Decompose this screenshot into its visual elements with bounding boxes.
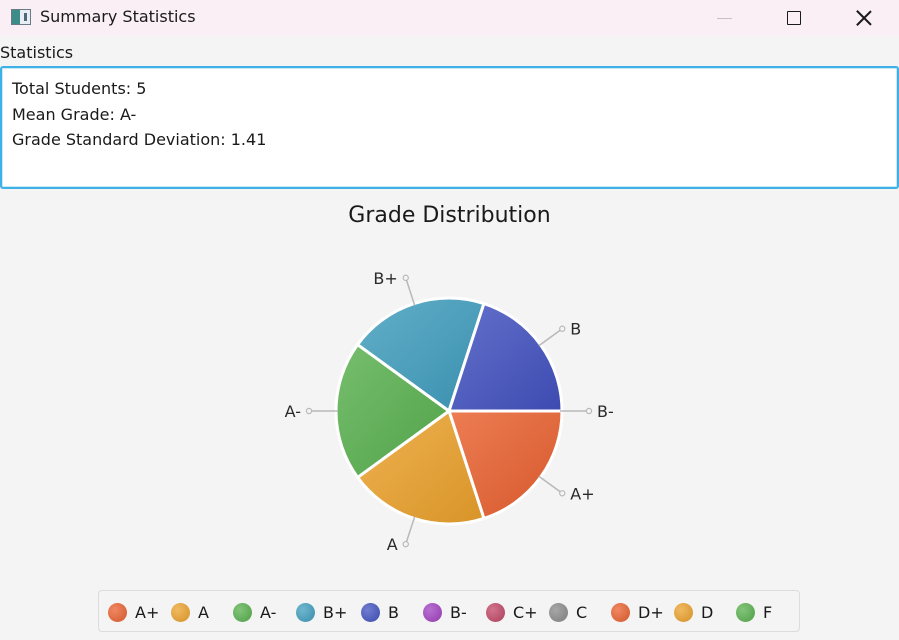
legend-label-b-minus: B- (450, 602, 467, 622)
pie-label-b-minus: B- (597, 402, 614, 421)
legend-item-a-minus: A- (233, 591, 276, 633)
pie-label-a: A (387, 535, 398, 554)
label-line-b-plus (405, 277, 416, 306)
summary-statistics-window: Summary Statistics Statistics Total Stud… (0, 0, 899, 640)
legend-label-d: D (701, 602, 714, 622)
legend-swatch-a (171, 602, 190, 622)
legend-swatch-a-plus (108, 602, 127, 622)
legend-label-b: B (388, 602, 399, 622)
label-line-a-plus (538, 475, 563, 494)
legend-swatch-b (361, 602, 380, 622)
label-dot-b-minus (585, 407, 593, 415)
legend-item-f: F (736, 591, 772, 633)
legend-item-a: A (171, 591, 209, 633)
legend-label-a-minus: A- (260, 602, 277, 622)
label-dot-a-plus (559, 490, 566, 497)
legend-swatch-b-plus (296, 602, 315, 622)
legend-label-d-plus: D+ (638, 602, 664, 622)
legend-swatch-d-plus (611, 602, 630, 622)
legend-item-b-plus: B+ (296, 591, 347, 633)
legend-label-a-plus: A+ (135, 602, 160, 622)
legend-item-d: D (674, 591, 713, 633)
legend-item-c: C (549, 591, 587, 633)
label-line-a (405, 516, 416, 545)
pie-slices (334, 296, 564, 526)
legend-item-a-plus: A+ (108, 591, 159, 633)
pie-label-b-plus: B+ (373, 269, 397, 288)
label-dot-b-plus (402, 274, 409, 282)
label-dot-a-minus (305, 407, 313, 415)
legend-item-c-plus: C+ (486, 591, 538, 633)
legend-swatch-b-minus (423, 602, 442, 622)
label-line-b (538, 328, 563, 347)
legend-item-d-plus: D+ (611, 591, 664, 633)
legend-item-b: B (361, 591, 399, 633)
label-dot-a (402, 540, 409, 548)
pie-label-a-plus: A+ (570, 484, 594, 503)
legend-swatch-c (549, 602, 568, 622)
legend-label-b-plus: B+ (323, 602, 348, 622)
legend-swatch-c-plus (486, 602, 505, 622)
legend-label-c-plus: C+ (513, 602, 538, 622)
legend-swatch-d (674, 602, 693, 622)
legend-label-c: C (576, 602, 588, 622)
label-dot-b (559, 325, 566, 332)
legend-swatch-f (736, 602, 755, 622)
legend-item-b-minus: B- (423, 591, 467, 633)
pie-label-b: B (570, 320, 581, 339)
pie-chart: A+ A A- B+ B B- (285, 269, 614, 554)
chart-legend: A+ A A- B+ B B- C+ C D+ D F (98, 590, 800, 632)
legend-label-f: F (763, 602, 773, 622)
pie-label-a-minus: A- (285, 402, 301, 421)
legend-label-a: A (198, 602, 209, 622)
legend-swatch-a-minus (233, 602, 252, 622)
